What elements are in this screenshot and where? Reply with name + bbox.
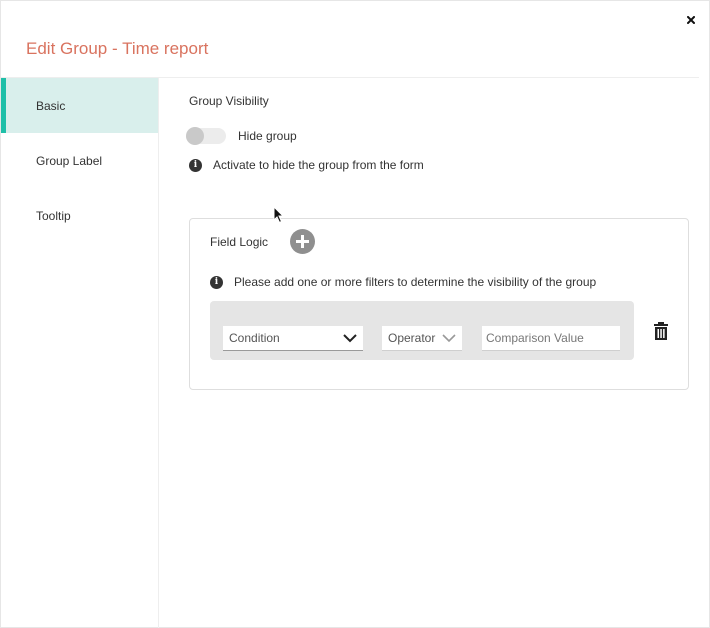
- condition-select-value: Condition: [229, 331, 280, 345]
- add-filter-button[interactable]: [290, 229, 315, 254]
- field-logic-info-text: Please add one or more filters to determ…: [234, 275, 597, 289]
- visibility-info: i Activate to hide the group from the fo…: [189, 158, 424, 172]
- mouse-pointer-icon: [273, 206, 285, 224]
- info-icon: i: [210, 275, 223, 289]
- hide-group-label: Hide group: [238, 129, 297, 143]
- sidebar: Basic Group Label Tooltip: [1, 78, 159, 628]
- chevron-down-icon: [343, 334, 357, 343]
- comparison-value-input[interactable]: [482, 326, 620, 351]
- sidebar-item-tooltip[interactable]: Tooltip: [1, 188, 158, 243]
- sidebar-item-label: Basic: [36, 98, 66, 113]
- visibility-info-text: Activate to hide the group from the form: [213, 158, 424, 172]
- sidebar-item-basic[interactable]: Basic: [1, 78, 158, 133]
- chevron-down-icon: [442, 334, 456, 343]
- sidebar-item-label: Tooltip: [36, 208, 71, 223]
- operator-select-value: Operator: [388, 331, 436, 345]
- operator-select[interactable]: Operator: [382, 326, 462, 351]
- trash-icon[interactable]: [653, 322, 669, 340]
- sidebar-item-group-label[interactable]: Group Label: [1, 133, 158, 188]
- edit-group-dialog: Edit Group - Time report Basic Group Lab…: [0, 0, 710, 628]
- field-logic-info: i Please add one or more filters to dete…: [210, 275, 596, 289]
- field-logic-heading: Field Logic: [210, 235, 269, 249]
- condition-select[interactable]: Condition: [223, 326, 363, 351]
- group-visibility-heading: Group Visibility: [189, 94, 269, 108]
- info-icon: i: [189, 158, 202, 172]
- close-icon: [687, 16, 695, 24]
- hide-group-toggle[interactable]: [186, 127, 226, 145]
- close-button[interactable]: [683, 12, 699, 28]
- toggle-knob: [186, 127, 204, 145]
- dialog-title: Edit Group - Time report: [26, 39, 209, 58]
- sidebar-item-label: Group Label: [36, 153, 103, 168]
